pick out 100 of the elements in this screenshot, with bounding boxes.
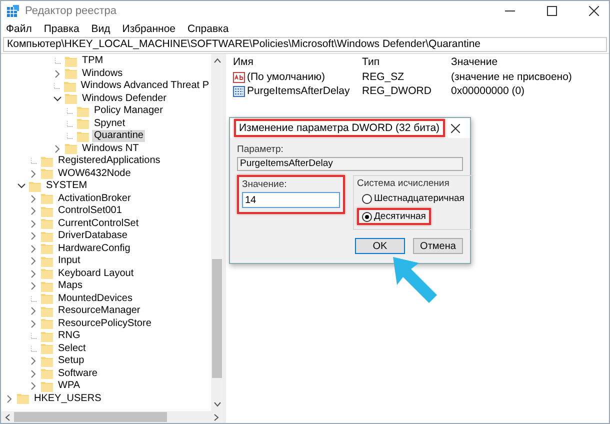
- scroll-left-icon[interactable]: [5, 414, 10, 420]
- tree-item[interactable]: Maps: [56, 280, 84, 292]
- scroll-up-icon[interactable]: [214, 58, 220, 63]
- folder-icon: [41, 156, 53, 167]
- tree-item[interactable]: Software: [56, 368, 100, 380]
- table-cell-text: (значение не присвоено): [450, 71, 572, 83]
- chevron-down-icon[interactable]: [17, 183, 26, 190]
- tree-item[interactable]: ControlSet001: [56, 205, 124, 218]
- chevron-right-icon[interactable]: [29, 307, 38, 316]
- folder-icon: [41, 168, 53, 180]
- tree-item[interactable]: HKEY_USERS: [32, 392, 104, 405]
- scroll-thumb[interactable]: [212, 258, 222, 378]
- scroll-thumb[interactable]: [14, 412, 167, 422]
- dialog-button[interactable]: Отмена: [413, 238, 463, 254]
- folder-icon: [41, 330, 53, 342]
- chevron-right-icon[interactable]: [29, 170, 38, 178]
- chevron-right-icon[interactable]: [29, 232, 38, 240]
- scroll-right-icon[interactable]: [214, 414, 219, 420]
- folder-icon: [65, 56, 77, 67]
- folder-icon: [41, 368, 53, 380]
- chevron-right-icon[interactable]: [5, 394, 14, 403]
- chevron-right-icon[interactable]: [29, 370, 38, 378]
- close-icon[interactable]: [451, 124, 460, 132]
- tree-item[interactable]: Windows NT: [80, 142, 141, 155]
- tree-item[interactable]: ActivationBroker: [56, 192, 133, 205]
- tree-item[interactable]: WPA: [56, 380, 82, 392]
- tree-item[interactable]: ResourcePolicyStore: [56, 318, 154, 330]
- tree-item[interactable]: Keyboard Layout: [56, 268, 136, 280]
- folder-icon: [41, 318, 53, 330]
- radio-button[interactable]: [362, 194, 372, 204]
- folder-icon: [41, 218, 53, 230]
- tree-line-icon: [66, 120, 72, 127]
- menu-item[interactable]: Правка: [44, 22, 80, 34]
- app-grid-icon: [7, 5, 19, 17]
- value-input[interactable]: 14: [242, 192, 340, 208]
- table-cell[interactable]: PurgeItemsAfterDelay: [247, 85, 350, 97]
- folder-icon: [65, 68, 77, 80]
- tree-item[interactable]: TPM: [80, 55, 106, 68]
- tree-item[interactable]: Select: [56, 342, 88, 355]
- chevron-right-icon[interactable]: [29, 257, 38, 266]
- chevron-right-icon[interactable]: [29, 194, 38, 203]
- dialog-button[interactable]: OK: [355, 238, 405, 254]
- tree-item[interactable]: DriverDatabase: [56, 230, 130, 242]
- tree-item[interactable]: ResourceManager: [56, 305, 142, 318]
- chevron-right-icon[interactable]: [29, 220, 38, 228]
- folder-icon: [65, 143, 77, 154]
- tree-item[interactable]: Spynet: [92, 118, 128, 130]
- value-label: Значение:: [242, 179, 288, 190]
- tree-item[interactable]: Setup: [56, 355, 86, 368]
- chevron-right-icon[interactable]: [29, 320, 38, 328]
- tree-item[interactable]: WOW6432Node: [56, 168, 133, 180]
- vertical-scrollbar[interactable]: [211, 54, 223, 411]
- chevron-right-icon[interactable]: [29, 357, 38, 366]
- tree-item[interactable]: Windows Advanced Threat P: [78, 80, 211, 92]
- tree-item[interactable]: CurrentControlSet: [56, 218, 141, 230]
- scroll-down-icon[interactable]: [214, 402, 220, 407]
- folder-icon: [41, 256, 53, 267]
- folder-icon: [41, 280, 53, 292]
- menu-item[interactable]: Файл: [6, 22, 32, 34]
- folder-icon: [29, 180, 41, 192]
- menu-item[interactable]: Избранное: [122, 22, 176, 34]
- tree-item[interactable]: HardwareConfig: [56, 242, 132, 255]
- chevron-right-icon[interactable]: [29, 382, 38, 390]
- tree-item[interactable]: Policy Manager: [92, 105, 165, 118]
- tree-item[interactable]: Input: [56, 255, 82, 268]
- chevron-right-icon[interactable]: [53, 70, 62, 78]
- maximize-icon[interactable]: [547, 6, 557, 16]
- chevron-right-icon[interactable]: [29, 282, 38, 290]
- tree-item[interactable]: Windows: [80, 68, 125, 80]
- tree-item[interactable]: MountedDevices: [56, 292, 134, 305]
- tree-item[interactable]: Windows Defender: [80, 92, 168, 105]
- radio-label[interactable]: Шестнадцатеричная: [374, 193, 464, 204]
- chevron-right-icon[interactable]: [29, 207, 38, 216]
- tree-item[interactable]: SYSTEM: [44, 180, 90, 192]
- chevron-right-icon[interactable]: [29, 244, 38, 253]
- folder-icon: [41, 306, 53, 317]
- menu-item[interactable]: Справка: [188, 22, 229, 34]
- column-header[interactable]: Значение: [447, 56, 498, 68]
- horizontal-scrollbar[interactable]: [1, 411, 223, 423]
- address-bar[interactable]: Компьютер\HKEY_LOCAL_MACHINE\SOFTWARE\Policies\Microsoft\Windows Defender\Quarantine: [3, 37, 607, 52]
- pointer-arrow-drawing: [393, 257, 437, 303]
- table-cell[interactable]: (По умолчанию): [247, 71, 326, 83]
- tree-item[interactable]: RegisteredApplications: [56, 155, 162, 168]
- chevron-right-icon[interactable]: [53, 144, 62, 153]
- tree-item[interactable]: Quarantine: [92, 130, 146, 142]
- close-icon[interactable]: [589, 6, 599, 16]
- folder-icon: [41, 293, 53, 304]
- folder-icon: [41, 243, 53, 254]
- binary-value-icon: [233, 86, 245, 96]
- radio-button[interactable]: [362, 212, 372, 222]
- group-label: Система исчисления: [357, 178, 450, 189]
- tree-item[interactable]: RNG: [56, 330, 82, 342]
- column-header[interactable]: Тип: [358, 56, 447, 68]
- folder-icon: [77, 130, 89, 142]
- window-title: Редактор реестра: [25, 5, 117, 17]
- chevron-right-icon[interactable]: [29, 270, 38, 278]
- menu-item[interactable]: Вид: [91, 22, 110, 34]
- parameter-field: PurgeItemsAfterDelay: [237, 157, 463, 171]
- column-header[interactable]: Имя: [230, 56, 358, 68]
- chevron-down-icon[interactable]: [53, 96, 62, 102]
